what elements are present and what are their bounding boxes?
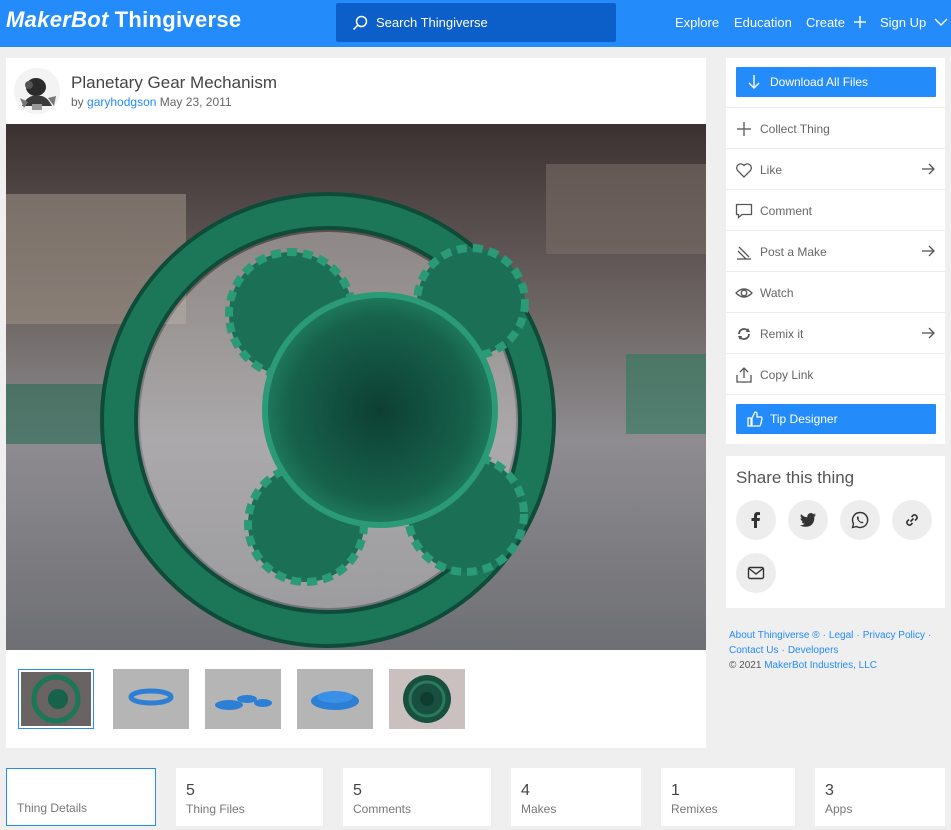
comment-icon — [735, 203, 753, 219]
share-up-icon — [736, 367, 752, 383]
share-title: Share this thing — [736, 468, 855, 487]
author-link[interactable]: garyhodgson — [87, 95, 156, 109]
copyright: © 2021 — [729, 660, 762, 671]
arrow-right-icon — [922, 245, 935, 257]
plus-icon — [737, 122, 751, 136]
tab-remixes[interactable]: 1 Remixes — [661, 768, 795, 826]
main-thing-image[interactable] — [6, 124, 706, 650]
comment-button[interactable]: Comment — [726, 189, 945, 230]
nav-create[interactable]: Create — [806, 15, 867, 30]
copy-link-button[interactable]: Copy Link — [726, 353, 945, 394]
about-link[interactable]: About Thingiverse ® — [729, 630, 820, 641]
thumbnail-2[interactable] — [113, 669, 189, 729]
avatar-image — [14, 68, 60, 114]
contact-link[interactable]: Contact Us — [729, 645, 778, 656]
watch-button[interactable]: Watch — [726, 271, 945, 312]
download-icon — [748, 75, 760, 89]
privacy-link[interactable]: Privacy Policy — [863, 630, 925, 641]
download-all-files-button[interactable]: Download All Files — [736, 67, 936, 97]
whatsapp-icon[interactable] — [840, 500, 880, 540]
publish-date: May 23, 2011 — [159, 95, 232, 109]
tab-makes[interactable]: 4 Makes — [511, 768, 641, 826]
thing-title: Planetary Gear Mechanism — [71, 73, 277, 92]
plus-icon — [853, 16, 866, 28]
facebook-icon[interactable] — [736, 500, 776, 540]
thumbnail-5[interactable] — [389, 669, 465, 729]
actions-panel: Download All Files Collect Thing Like Co… — [726, 58, 945, 444]
thing-byline: by garyhodgson May 23, 2011 — [71, 95, 232, 109]
heart-icon — [736, 163, 752, 178]
remix-it-button[interactable]: Remix it — [726, 312, 945, 353]
post-a-make-button[interactable]: Post a Make — [726, 230, 945, 271]
share-panel: Share this thing — [726, 456, 945, 608]
link-icon[interactable] — [892, 500, 932, 540]
search-icon — [352, 15, 368, 31]
arrow-right-icon — [922, 163, 935, 175]
thumbnail-4[interactable] — [297, 669, 373, 729]
tab-apps[interactable]: 3 Apps — [815, 768, 945, 826]
thingiverse-logo[interactable]: MakerBot Thingiverse — [6, 7, 241, 33]
nav-explore[interactable]: Explore — [675, 15, 719, 30]
make-icon — [737, 246, 751, 260]
author-avatar[interactable] — [14, 68, 60, 114]
divider — [726, 394, 945, 395]
nav-signup[interactable]: Sign Up — [880, 15, 948, 30]
top-navbar: MakerBot Thingiverse Search Thingiverse E… — [0, 0, 951, 47]
search-placeholder: Search Thingiverse — [376, 15, 488, 30]
thing-card: Planetary Gear Mechanism by garyhodgson … — [6, 58, 706, 748]
collect-thing-button[interactable]: Collect Thing — [726, 107, 945, 148]
tab-comments[interactable]: 5 Comments — [343, 768, 491, 826]
legal-link[interactable]: Legal — [829, 630, 853, 641]
tab-thing-files[interactable]: 5 Thing Files — [176, 768, 323, 826]
email-icon[interactable] — [736, 553, 776, 593]
thumbnail-3[interactable] — [205, 669, 281, 729]
gear-photo — [6, 124, 706, 650]
thumbnail-1[interactable] — [18, 669, 94, 729]
search-input[interactable]: Search Thingiverse — [336, 3, 616, 42]
thumbs-up-icon — [747, 411, 763, 427]
eye-icon — [735, 288, 753, 298]
developers-link[interactable]: Developers — [788, 645, 839, 656]
nav-education[interactable]: Education — [734, 15, 792, 30]
company-link[interactable]: MakerBot Industries, LLC — [764, 660, 877, 671]
arrow-right-icon — [922, 327, 935, 339]
footer-links: About Thingiverse ® · Legal · Privacy Policy… — [729, 630, 932, 671]
remix-icon — [738, 328, 750, 340]
tab-thing-details[interactable]: Thing Details — [6, 768, 156, 826]
chevron-down-icon — [934, 18, 948, 26]
tip-designer-button[interactable]: Tip Designer — [736, 404, 936, 434]
like-button[interactable]: Like — [726, 148, 945, 189]
twitter-icon[interactable] — [788, 500, 828, 540]
